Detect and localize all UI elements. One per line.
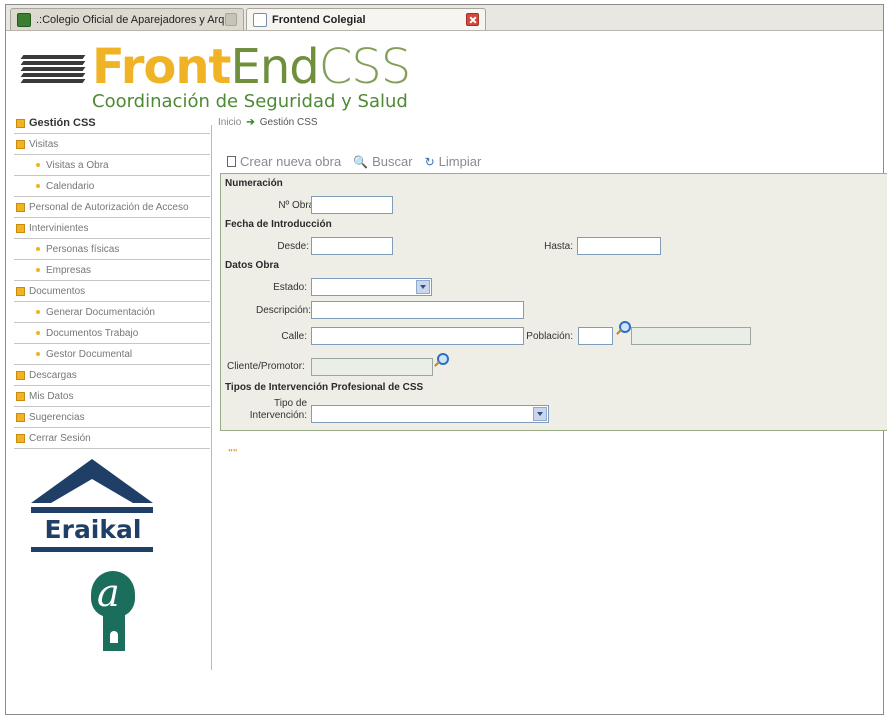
action-toolbar: Crear nueva obra 🔍 Buscar ↻ Limpiar: [227, 154, 493, 169]
estado-label: Estado:: [273, 282, 307, 293]
site-favicon-icon: [17, 12, 31, 27]
section-fecha-introduccion: Fecha de Introducción: [225, 219, 332, 230]
poblacion-search-icon[interactable]: [619, 321, 631, 333]
hasta-input[interactable]: [577, 237, 661, 255]
tab-label: Frontend Colegial: [272, 13, 366, 26]
dot-bullet-icon: [36, 331, 40, 335]
section-tipos-intervencion: Tipos de Intervención Profesional de CSS: [225, 382, 424, 393]
sidebar-item-personal-acceso[interactable]: Personal de Autorización de Acceso: [14, 197, 210, 218]
dot-bullet-icon: [36, 247, 40, 251]
sidebar-item-visitas[interactable]: Visitas: [14, 134, 210, 155]
sidebar-item-gestion-css[interactable]: Gestión CSS: [14, 113, 210, 134]
new-document-icon: [227, 156, 236, 167]
tipo-label-2: Intervención:: [249, 410, 307, 421]
sidebar-item-documentos-trabajo[interactable]: Documentos Trabajo: [14, 323, 210, 344]
breadcrumb: Inicio ➔ Gestión CSS: [218, 117, 318, 128]
poblacion-name-field: [631, 327, 751, 345]
square-bullet-icon: [16, 391, 25, 401]
close-tab-icon[interactable]: [224, 13, 237, 26]
arrow-right-icon: ➔: [246, 117, 255, 128]
close-tab-icon[interactable]: [466, 13, 479, 26]
calle-input[interactable]: [311, 327, 524, 345]
desde-label: Desde:: [277, 241, 309, 252]
search-icon: 🔍: [353, 154, 369, 169]
nobra-label: Nº Obra:: [278, 200, 317, 211]
frontendcss-logo: FrontEndCSS Coordinación de Seguridad y …: [20, 43, 411, 113]
tipo-intervencion-select[interactable]: [311, 405, 549, 423]
tab-colegio[interactable]: .:Colegio Oficial de Aparejadores y Arq.…: [10, 8, 244, 30]
search-button[interactable]: 🔍 Buscar: [353, 154, 412, 169]
dot-bullet-icon: [36, 268, 40, 272]
desde-input[interactable]: [311, 237, 393, 255]
section-datos-obra: Datos Obra: [225, 260, 279, 271]
chevron-down-icon: [533, 407, 547, 421]
estado-select[interactable]: [311, 278, 432, 296]
poblacion-code-input[interactable]: [578, 327, 613, 345]
refresh-icon: ↻: [424, 154, 435, 169]
square-bullet-icon: [16, 202, 25, 212]
dot-bullet-icon: [36, 352, 40, 356]
browser-window: .:Colegio Oficial de Aparejadores y Arq.…: [5, 4, 887, 715]
sidebar-menu: Gestión CSS Visitas Visitas a Obra Calen…: [14, 113, 210, 449]
section-numeracion: Numeración: [225, 178, 283, 189]
sidebar-item-calendario[interactable]: Calendario: [14, 176, 210, 197]
footer-marker: "": [228, 448, 238, 459]
cliente-field: [311, 358, 433, 376]
sidebar-item-mis-datos[interactable]: Mis Datos: [14, 386, 210, 407]
breadcrumb-current: Gestión CSS: [259, 117, 318, 128]
tipo-label-1: Tipo de: [274, 398, 307, 409]
sidebar-item-gestor-documental[interactable]: Gestor Documental: [14, 344, 210, 365]
sidebar-item-descargas[interactable]: Descargas: [14, 365, 210, 386]
nobra-input[interactable]: [311, 196, 393, 214]
square-bullet-icon: [16, 223, 25, 233]
cliente-search-icon[interactable]: [437, 353, 449, 365]
chevron-down-icon: [416, 280, 430, 294]
sidebar-item-cerrar-sesion[interactable]: Cerrar Sesión: [14, 428, 210, 449]
logo-brand: FrontEndCSS: [92, 39, 411, 95]
sidebar-item-intervinientes[interactable]: Intervinientes: [14, 218, 210, 239]
poblacion-label: Población:: [526, 331, 573, 342]
logo-stripes-icon: [20, 55, 86, 83]
sidebar-item-visitas-a-obra[interactable]: Visitas a Obra: [14, 155, 210, 176]
eraikal-logo: Eraikal: [29, 459, 159, 559]
clear-button[interactable]: ↻ Limpiar: [425, 154, 482, 169]
cliente-label: Cliente/Promotor:: [227, 361, 305, 372]
new-obra-button[interactable]: Crear nueva obra: [227, 154, 341, 169]
calle-label: Calle:: [281, 331, 307, 342]
tab-label: .:Colegio Oficial de Aparejadores y Arq.…: [36, 13, 225, 26]
square-bullet-icon: [16, 370, 25, 380]
descripcion-input[interactable]: [311, 301, 524, 319]
breadcrumb-home-link[interactable]: Inicio: [218, 117, 241, 128]
dot-bullet-icon: [36, 184, 40, 188]
tab-bar: .:Colegio Oficial de Aparejadores y Arq.…: [6, 5, 883, 31]
search-form-panel: Numeración Nº Obra: Fecha de Introducció…: [220, 173, 887, 431]
hasta-label: Hasta:: [544, 241, 573, 252]
eraikal-wordmark: Eraikal: [44, 515, 142, 544]
sidebar-divider: [211, 125, 212, 670]
logo-subtitle: Coordinación de Seguridad y Salud: [92, 91, 408, 112]
sidebar-item-personas-fisicas[interactable]: Personas físicas: [14, 239, 210, 260]
square-bullet-icon: [16, 139, 25, 149]
sidebar-item-generar-documentacion[interactable]: Generar Documentación: [14, 302, 210, 323]
tab-frontend-colegial[interactable]: Frontend Colegial: [246, 8, 486, 30]
dot-bullet-icon: [36, 310, 40, 314]
square-bullet-icon: [16, 118, 25, 128]
sidebar-item-sugerencias[interactable]: Sugerencias: [14, 407, 210, 428]
square-bullet-icon: [16, 286, 25, 296]
sidebar-item-documentos[interactable]: Documentos: [14, 281, 210, 302]
sidebar-item-empresas[interactable]: Empresas: [14, 260, 210, 281]
page-favicon-icon: [253, 12, 267, 27]
dot-bullet-icon: [36, 163, 40, 167]
square-bullet-icon: [16, 412, 25, 422]
descripcion-label: Descripción:: [255, 305, 311, 316]
colegio-emblem-logo: a: [85, 571, 143, 653]
square-bullet-icon: [16, 433, 25, 443]
